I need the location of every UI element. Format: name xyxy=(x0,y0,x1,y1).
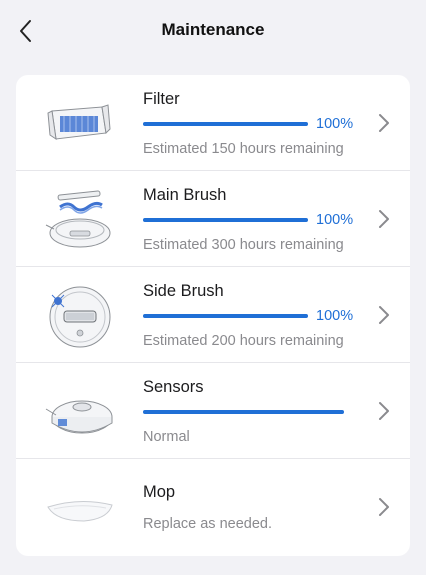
item-status: Estimated 300 hours remaining xyxy=(143,237,344,253)
side-brush-icon xyxy=(49,286,111,348)
navigation-bar: Maintenance xyxy=(0,0,426,60)
progress-bar xyxy=(143,122,308,126)
list-item-side-brush[interactable]: Side Brush 100% Estimated 200 hours rema… xyxy=(16,267,410,363)
item-name: Main Brush xyxy=(143,186,227,204)
item-status: Normal xyxy=(143,429,190,445)
progress-bar xyxy=(143,410,344,414)
filter-icon xyxy=(47,104,111,141)
item-name: Side Brush xyxy=(143,282,224,300)
maintenance-list: Filter 100% Estimated 150 hours remainin… xyxy=(16,75,410,556)
item-name: Sensors xyxy=(143,378,204,396)
item-status: Estimated 150 hours remaining xyxy=(143,141,344,157)
chevron-right-icon xyxy=(379,402,389,420)
progress-bar xyxy=(143,218,308,222)
list-item-main-brush[interactable]: Main Brush 100% Estimated 300 hours rema… xyxy=(16,171,410,267)
chevron-right-icon xyxy=(379,114,389,132)
item-name: Filter xyxy=(143,90,180,108)
chevron-right-icon xyxy=(379,210,389,228)
sensors-icon xyxy=(45,400,113,434)
progress-fill xyxy=(143,314,308,318)
item-name: Mop xyxy=(143,483,176,501)
page-title: Maintenance xyxy=(161,20,265,39)
list-item-mop[interactable]: Mop Replace as needed. xyxy=(16,459,410,556)
chevron-right-icon xyxy=(379,498,389,516)
progress-fill xyxy=(143,122,308,126)
item-status: Replace as needed. xyxy=(143,516,272,532)
progress-bar xyxy=(143,314,308,318)
progress-fill xyxy=(143,218,308,222)
progress-fill xyxy=(143,410,344,414)
item-status: Estimated 200 hours remaining xyxy=(143,333,344,349)
chevron-right-icon xyxy=(379,306,389,324)
item-percent: 100% xyxy=(316,308,354,324)
list-item-filter[interactable]: Filter 100% Estimated 150 hours remainin… xyxy=(16,75,410,171)
item-percent: 100% xyxy=(316,116,354,132)
list-item-sensors[interactable]: Sensors Normal xyxy=(16,363,410,459)
mop-icon xyxy=(47,500,113,522)
main-brush-icon xyxy=(45,190,111,248)
item-percent: 100% xyxy=(316,212,354,228)
